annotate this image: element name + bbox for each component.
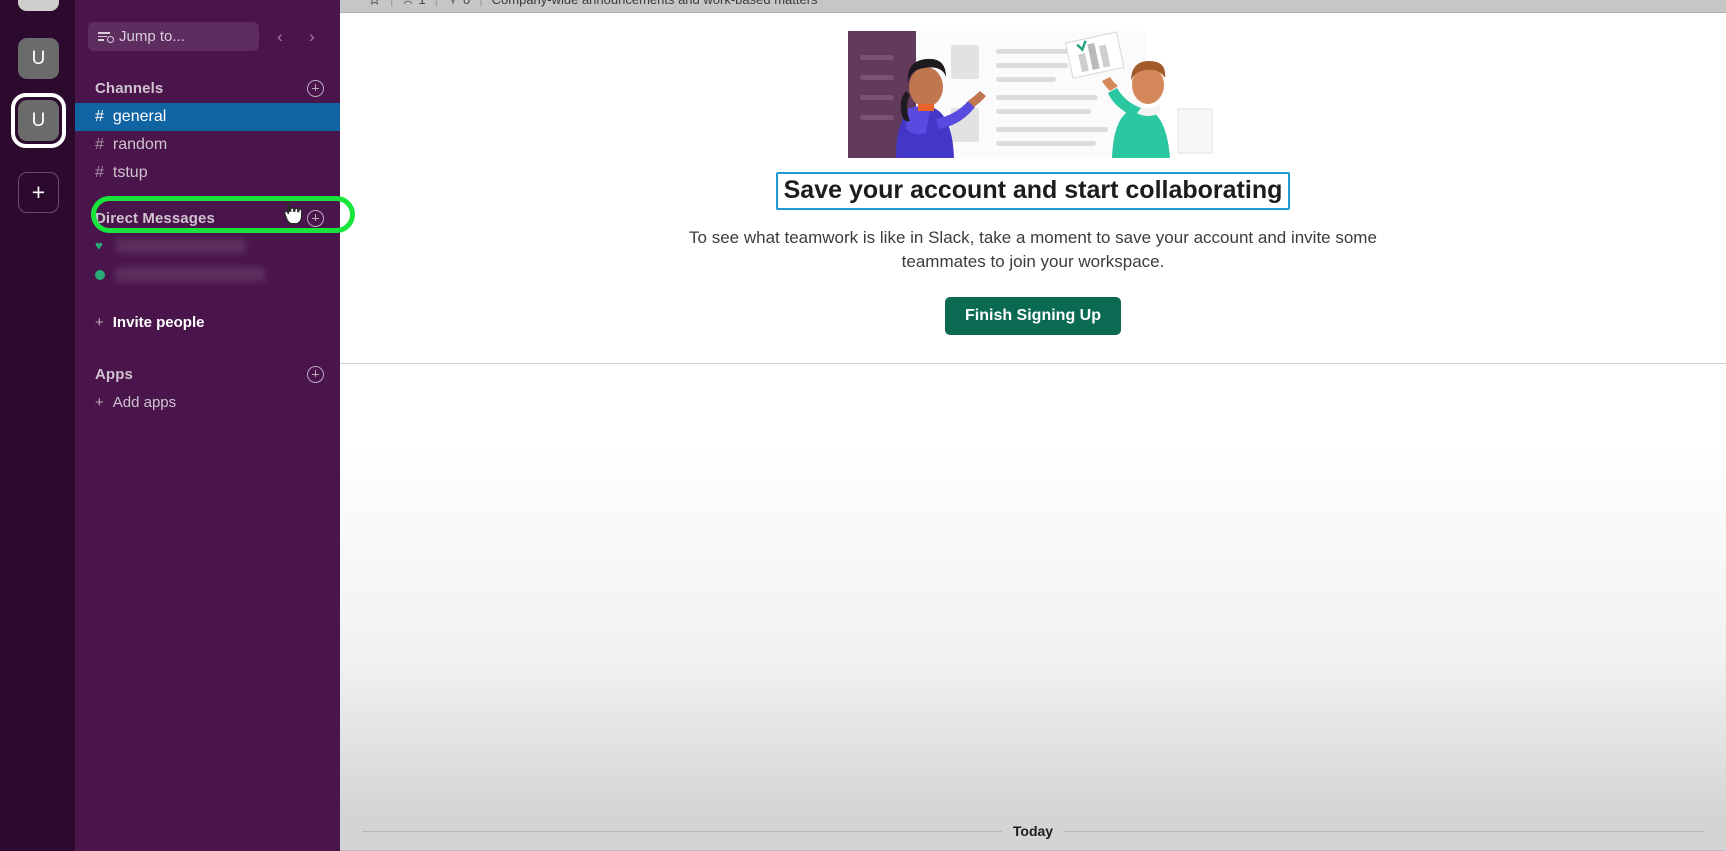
workspace-icon-u1-label: U xyxy=(31,47,46,69)
jump-to-icon xyxy=(98,32,114,43)
illustration-two-people-at-board xyxy=(340,13,1726,158)
sidebar-item-general-label: general xyxy=(112,108,167,125)
channel-topic[interactable]: Company-wide announcements and work-base… xyxy=(492,0,818,7)
dm-item-2-label xyxy=(115,267,265,282)
channel-members-count-value: 1 xyxy=(418,0,425,7)
day-divider: Today xyxy=(340,823,1726,839)
channel-list: # general # random # tstup xyxy=(75,103,340,187)
add-dm-icon[interactable] xyxy=(307,209,324,227)
sidebar-section-apps-header[interactable]: Apps xyxy=(75,361,340,387)
add-apps-button[interactable]: + Add apps xyxy=(75,387,340,417)
dm-item-2[interactable] xyxy=(75,260,340,289)
header-separator-1: | xyxy=(390,0,393,7)
sidebar-item-tstup[interactable]: # tstup xyxy=(75,159,340,187)
heart-presence-icon: ♥ xyxy=(95,238,103,253)
welcome-divider xyxy=(340,363,1726,365)
workspace-icon-u2-label: U xyxy=(31,109,46,131)
plus-icon: + xyxy=(95,393,104,411)
chevron-left-icon: ‹ xyxy=(277,26,283,46)
channel-members-count[interactable]: 1 xyxy=(402,0,426,7)
add-channel-icon[interactable] xyxy=(307,79,324,97)
main-content: | 1 | 0 | Company-wide announcements xyxy=(340,0,1726,851)
sidebar-section-channels-title: Channels xyxy=(95,79,164,97)
hash-icon: # xyxy=(95,136,104,153)
invite-people-label: Invite people xyxy=(112,313,205,331)
online-presence-icon xyxy=(95,269,105,280)
workspace-rail: U U + xyxy=(0,0,75,851)
sidebar-section-channels-header[interactable]: Channels xyxy=(75,75,340,101)
jump-to-search-input[interactable]: Jump to... xyxy=(88,22,259,51)
invite-people-button[interactable]: + Invite people xyxy=(75,307,340,337)
sidebar-toolbar: Jump to... ‹ › xyxy=(75,0,340,51)
pin-icon xyxy=(451,0,455,4)
welcome-body-text: To see what teamwork is like in Slack, t… xyxy=(689,227,1377,272)
sidebar: Jump to... ‹ › Channels # general # rand… xyxy=(75,0,355,851)
day-divider-line-left xyxy=(362,830,1002,832)
day-divider-label[interactable]: Today xyxy=(1002,823,1064,839)
jump-to-placeholder: Jump to... xyxy=(119,28,185,45)
page-title: Save your account and start collaboratin… xyxy=(775,172,1291,210)
channel-header: | 1 | 0 | Company-wide announcements xyxy=(340,0,1726,13)
workspace-icon-u1[interactable]: U xyxy=(18,38,59,79)
sidebar-section-dms-header[interactable]: Direct Messages xyxy=(75,205,340,231)
finish-signing-up-button[interactable]: Finish Signing Up xyxy=(945,297,1121,336)
sidebar-item-random[interactable]: # random xyxy=(75,131,340,159)
chevron-right-icon: › xyxy=(309,26,315,46)
plus-icon: + xyxy=(95,313,104,331)
channel-pins-count-value: 0 xyxy=(463,0,470,7)
dm-list: ♥ xyxy=(75,231,340,289)
add-app-icon[interactable] xyxy=(307,365,324,383)
sidebar-section-dms-title: Direct Messages xyxy=(95,209,215,227)
day-divider-line-right xyxy=(1064,830,1705,832)
add-apps-label: Add apps xyxy=(112,393,177,411)
header-separator-3: | xyxy=(479,0,482,7)
hash-icon: # xyxy=(95,108,104,125)
workspace-icon-top[interactable] xyxy=(18,0,59,11)
welcome-panel: Save your account and start collaboratin… xyxy=(340,13,1726,365)
dm-item-1[interactable]: ♥ xyxy=(75,231,340,260)
sidebar-section-apps-title: Apps xyxy=(95,365,133,383)
header-separator-2: | xyxy=(435,0,438,7)
sidebar-item-general[interactable]: # general xyxy=(75,103,340,131)
workspace-icon-u2[interactable]: U xyxy=(18,100,59,141)
hash-icon: # xyxy=(95,164,104,181)
channel-header-meta-row: | 1 | 0 | Company-wide announcements xyxy=(368,0,818,7)
add-workspace-button[interactable]: + xyxy=(18,172,59,213)
welcome-copy: Save your account and start collaboratin… xyxy=(340,158,1726,364)
nav-back-button[interactable]: ‹ xyxy=(265,22,295,51)
workspace-logo-shape-b xyxy=(18,0,59,11)
star-icon[interactable] xyxy=(368,0,381,6)
welcome-illustration-svg xyxy=(848,13,1218,158)
plus-icon: + xyxy=(31,179,46,205)
history-nav: ‹ › xyxy=(265,22,327,51)
nav-forward-button[interactable]: › xyxy=(297,22,327,51)
sidebar-item-tstup-label: tstup xyxy=(112,164,148,181)
slack-window: U U + Jump to... ‹ › Channels # general … xyxy=(0,0,1726,851)
sidebar-item-random-label: random xyxy=(112,136,168,153)
channel-pins-count[interactable]: 0 xyxy=(447,0,470,7)
dm-item-1-label xyxy=(116,238,246,253)
person-icon xyxy=(404,0,413,4)
